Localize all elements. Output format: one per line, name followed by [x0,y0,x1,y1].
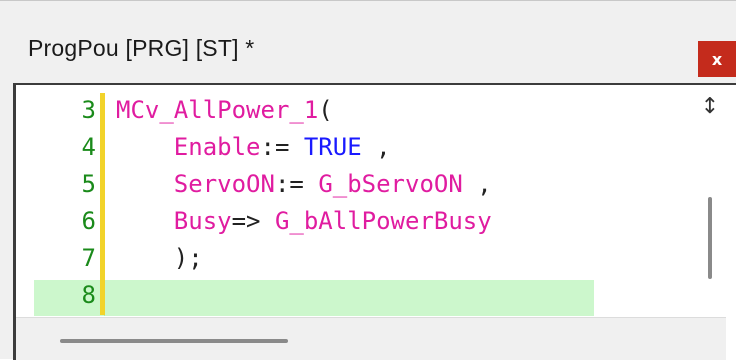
code-editor[interactable]: 345678 MCv_AllPower_1( Enable:= TRUE , S… [13,83,736,360]
line-number: 4 [81,133,96,161]
punctuation-token: , [462,170,492,198]
code-line[interactable]: Busy=> G_bAllPowerBusy [116,203,696,240]
code-line[interactable]: MCv_AllPower_1( [116,92,696,129]
punctuation-token: => [231,207,275,235]
line-number: 6 [81,207,96,235]
window-title: ProgPou [PRG] [ST] * [28,35,255,61]
vertical-scroll-thumb[interactable] [708,197,712,279]
horizontal-scrollbar[interactable] [16,317,726,360]
identifier-token: G_bServoON [318,170,463,198]
change-marker-bar [100,93,105,315]
identifier-token: G_bAllPowerBusy [274,207,492,235]
punctuation-token: , [361,133,391,161]
identifier-token: MCv_AllPower_1 [116,96,319,124]
close-icon: x [711,49,723,69]
code-line[interactable]: ); [116,240,696,277]
line-number: 7 [81,244,96,272]
punctuation-token: := [260,133,304,161]
identifier-token: Busy [116,207,232,235]
punctuation-token: ); [116,244,203,272]
horizontal-scroll-thumb[interactable] [60,339,288,343]
vertical-scrollbar[interactable]: ↕ [694,85,726,315]
punctuation-token: ( [318,96,333,124]
code-area[interactable]: MCv_AllPower_1( Enable:= TRUE , ServoON:… [116,85,696,315]
title-bar[interactable]: ProgPou [PRG] [ST] * x [0,11,736,79]
line-number: 5 [81,170,96,198]
code-line[interactable] [116,277,696,314]
identifier-token: Enable [116,133,261,161]
code-line[interactable]: ServoON:= G_bServoON , [116,166,696,203]
editor-window: ProgPou [PRG] [ST] * x 3 4 5 6 7 8 MCv_AllPow… [0,0,736,360]
line-number: 8 [81,281,96,309]
close-button[interactable]: x [698,41,736,77]
punctuation-token: := [274,170,319,198]
line-number: 3 [81,96,96,124]
identifier-token: ServoON [116,170,275,198]
split-view-icon[interactable]: ↕ [700,95,720,119]
keyword-token: TRUE [303,133,362,161]
code-line[interactable]: Enable:= TRUE , [116,129,696,166]
